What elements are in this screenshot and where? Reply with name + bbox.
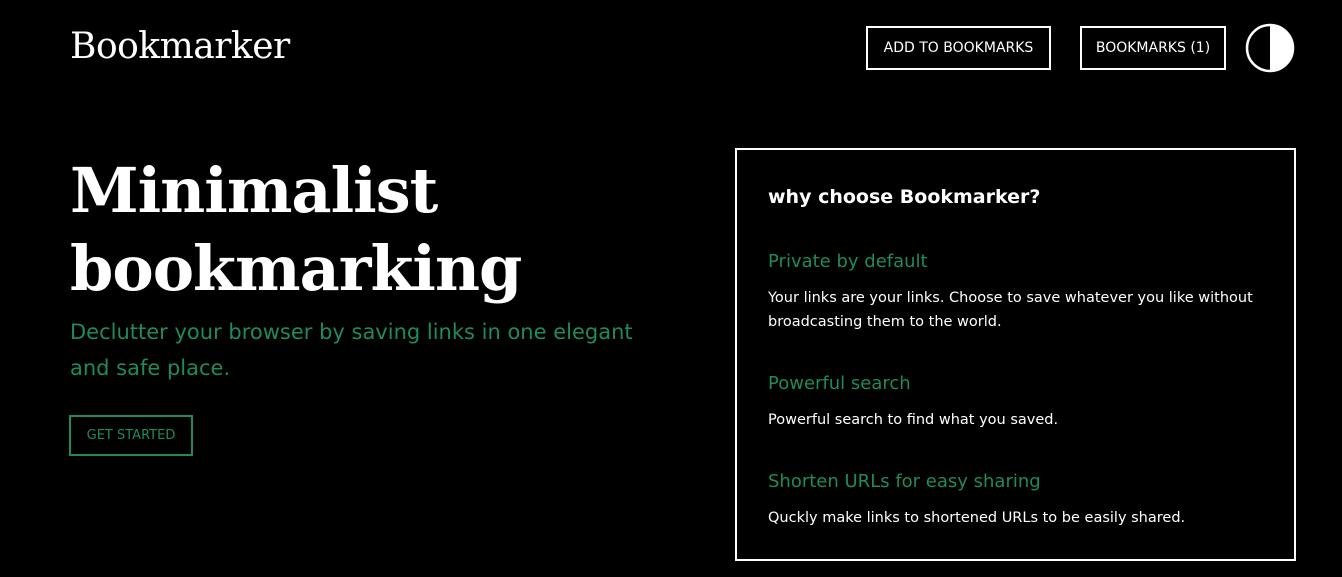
hero-title: Minimalist bookmarking xyxy=(70,152,630,308)
hero-subtitle: Declutter your browser by saving links i… xyxy=(70,320,633,380)
get-started-button[interactable]: GET STARTED xyxy=(69,415,193,456)
add-to-bookmarks-button[interactable]: ADD TO BOOKMARKS xyxy=(866,26,1051,70)
feature-text-private: Your links are your links. Choose to sav… xyxy=(768,290,1253,330)
feature-heading-search: Powerful search xyxy=(768,373,911,394)
theme-toggle-button[interactable] xyxy=(1245,23,1295,73)
hero-title-line-2: bookmarking xyxy=(70,232,522,305)
hero-title-line-1: Minimalist xyxy=(70,154,438,227)
bookmarks-button[interactable]: BOOKMARKS (1) xyxy=(1080,26,1226,70)
features-title: why choose Bookmarker? xyxy=(768,186,1041,208)
feature-heading-shorten: Shorten URLs for easy sharing xyxy=(768,471,1041,492)
feature-heading-private: Private by default xyxy=(768,251,928,272)
app-logo[interactable]: Bookmarker xyxy=(70,26,290,67)
feature-text-search: Powerful search to find what you saved. xyxy=(768,412,1059,428)
feature-text-shorten: Quckly make links to shortened URLs to b… xyxy=(768,510,1186,526)
half-circle-icon xyxy=(1245,23,1295,73)
features-card: why choose Bookmarker? Private by defaul… xyxy=(735,148,1296,561)
